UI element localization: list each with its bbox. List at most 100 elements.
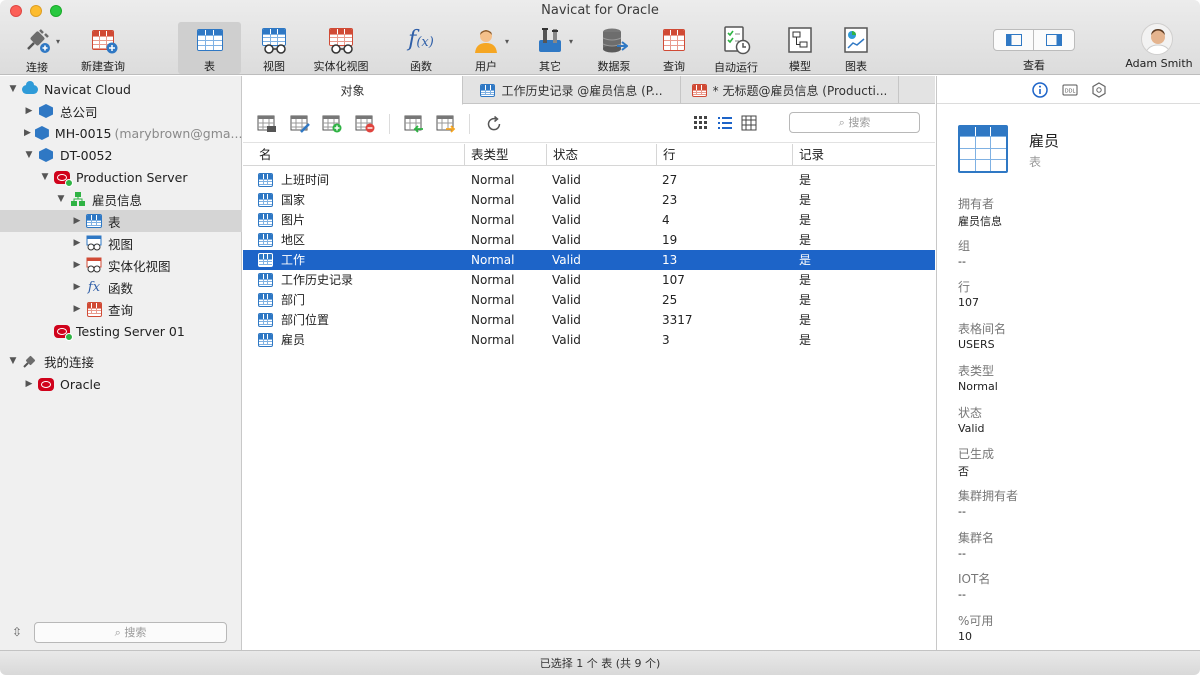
sidebar-search-input[interactable]: ⌕ 搜索 (34, 622, 227, 643)
import-wizard-button[interactable] (404, 115, 424, 133)
user-button[interactable]: ▾ 用户 (466, 22, 509, 74)
tree-item-label: 实体化视图 (108, 258, 171, 274)
table-row[interactable]: 上班时间 Normal Valid 27 是 (243, 170, 935, 190)
info-field-value: Normal (958, 380, 998, 393)
table-row[interactable]: 地区 Normal Valid 19 是 (243, 230, 935, 250)
function-button[interactable]: f(x) 函数 (400, 22, 442, 74)
disclosure-closed-icon[interactable]: ▶ (72, 304, 82, 314)
new-table-button[interactable] (322, 115, 342, 133)
oracle-server-icon (54, 169, 73, 187)
toggle-info-panel-button[interactable] (1034, 30, 1074, 50)
list-icon (718, 117, 732, 129)
others-button[interactable]: ▾ 其它 (530, 22, 573, 74)
disclosure-closed-icon[interactable]: ▶ (72, 216, 82, 226)
chart-button[interactable]: 图表 (838, 22, 874, 74)
left-panel-icon (1005, 34, 1022, 46)
icon-view-button[interactable] (693, 115, 713, 133)
toggle-sidebar-button[interactable] (994, 30, 1035, 50)
tree-item-production-server[interactable]: ▼ Production Server (0, 166, 242, 188)
tree-item-navicat-cloud[interactable]: ▼ Navicat Cloud (0, 78, 242, 100)
table-row[interactable]: 图片 Normal Valid 4 是 (243, 210, 935, 230)
tree-item-materialized-views[interactable]: ▶ 实体化视图 (0, 254, 242, 276)
tree-item-tables[interactable]: ▶ 表 (0, 210, 242, 232)
query-icon (691, 83, 707, 97)
disclosure-open-icon[interactable]: ▼ (40, 172, 50, 182)
tree-item-dt-0052[interactable]: ▼ DT-0052 (0, 144, 242, 166)
info-field-value: -- (958, 588, 966, 601)
tree-item-label: 表 (108, 214, 121, 230)
tree-item-employee-schema[interactable]: ▼ 雇员信息 (0, 188, 242, 210)
tree-item-testing-server[interactable]: Testing Server 01 (0, 320, 242, 342)
disclosure-open-icon[interactable]: ▼ (24, 150, 34, 160)
open-table-button[interactable] (257, 115, 277, 133)
column-header-rows[interactable]: 行 (656, 144, 792, 166)
table-button[interactable]: 表 (178, 22, 241, 74)
tab-job-history[interactable]: 工作历史记录 @雇员信息 (P... (463, 76, 681, 104)
disclosure-closed-icon[interactable]: ▶ (24, 128, 31, 138)
data-pump-button[interactable]: 数据泵 (594, 22, 634, 74)
table-row[interactable]: 工作 Normal Valid 13 是 (243, 250, 935, 270)
tree-item-label: Oracle (60, 376, 101, 392)
automation-button[interactable]: 自动运行 (710, 22, 762, 74)
column-header-status[interactable]: 状态 (546, 144, 656, 166)
disclosure-open-icon[interactable]: ▼ (8, 356, 18, 366)
disclosure-open-icon[interactable]: ▼ (56, 194, 66, 204)
user-icon: ▾ (471, 25, 509, 54)
object-search-input[interactable]: ⌕ 搜索 (789, 112, 920, 133)
filter-options-icon[interactable]: ⇳ (12, 625, 22, 639)
info-field-value: 107 (958, 296, 979, 309)
column-header-logging[interactable]: 记录 (792, 144, 935, 166)
tree-item-oracle[interactable]: ▶ Oracle (0, 373, 242, 395)
tree-item-functions[interactable]: ▶ fx 函数 (0, 276, 242, 298)
column-header-name[interactable]: 名 (253, 144, 272, 166)
window-title: Navicat for Oracle (541, 3, 659, 18)
status-text: 已选择 1 个 表 (共 9 个) (539, 657, 661, 670)
tree-item-my-connections[interactable]: ▼ 我的连接 (0, 350, 242, 372)
status-cell: Valid (552, 333, 581, 347)
tab-untitled-query[interactable]: * 无标题@雇员信息 (Producti... (681, 76, 899, 104)
refresh-button[interactable] (485, 115, 505, 133)
disclosure-closed-icon[interactable]: ▶ (72, 260, 82, 270)
function-icon: fx (87, 279, 101, 295)
tree-item-label: DT-0052 (60, 147, 113, 163)
materialized-view-button[interactable]: 实体化视图 (310, 22, 372, 74)
table-row[interactable]: 工作历史记录 Normal Valid 107 是 (243, 270, 935, 290)
column-header-table-type[interactable]: 表类型 (464, 144, 546, 166)
new-query-button[interactable]: 新建查询 (76, 22, 130, 74)
search-icon: ⌕ (838, 116, 849, 129)
info-field-value: -- (958, 255, 966, 268)
table-row[interactable]: 国家 Normal Valid 23 是 (243, 190, 935, 210)
table-row[interactable]: 部门 Normal Valid 25 是 (243, 290, 935, 310)
tree-item-views[interactable]: ▶ 视图 (0, 232, 242, 254)
logging-cell: 是 (799, 173, 812, 187)
disclosure-closed-icon[interactable]: ▶ (72, 238, 82, 248)
query-button[interactable]: 查询 (656, 22, 692, 74)
disclosure-closed-icon[interactable]: ▶ (72, 282, 82, 292)
row-count-cell: 107 (662, 273, 685, 287)
tools-icon: ▾ (535, 25, 573, 54)
connection-button[interactable]: ▾ 连接 (12, 22, 62, 74)
disclosure-closed-icon[interactable]: ▶ (24, 106, 34, 116)
disclosure-open-icon[interactable]: ▼ (8, 84, 18, 94)
tree-item-queries[interactable]: ▶ 查询 (0, 298, 242, 320)
tree-item-mh-0015[interactable]: ▶ MH-0015 (marybrown@gma... (0, 122, 242, 144)
tree-item-label: Testing Server 01 (76, 323, 185, 339)
export-wizard-button[interactable] (436, 115, 456, 133)
tab-objects[interactable]: 对象 (243, 76, 463, 105)
view-button[interactable]: 视图 (252, 22, 296, 74)
detail-view-button[interactable] (741, 115, 761, 133)
tree-item-head-office[interactable]: ▶ 总公司 (0, 100, 242, 122)
table-row[interactable]: 雇员 Normal Valid 3 是 (243, 330, 935, 350)
info-tab-ddl[interactable]: DDL (1062, 82, 1078, 98)
info-tab-usage[interactable] (1091, 82, 1107, 98)
model-button[interactable]: 模型 (782, 22, 818, 74)
logging-cell: 是 (799, 193, 812, 207)
delete-table-button[interactable] (355, 115, 375, 133)
table-icon (480, 83, 496, 97)
design-table-button[interactable] (290, 115, 310, 133)
avatar[interactable] (1141, 23, 1173, 55)
list-view-button[interactable] (717, 115, 737, 133)
disclosure-closed-icon[interactable]: ▶ (24, 379, 34, 389)
info-tab-general[interactable] (1032, 82, 1048, 98)
table-row[interactable]: 部门位置 Normal Valid 3317 是 (243, 310, 935, 330)
